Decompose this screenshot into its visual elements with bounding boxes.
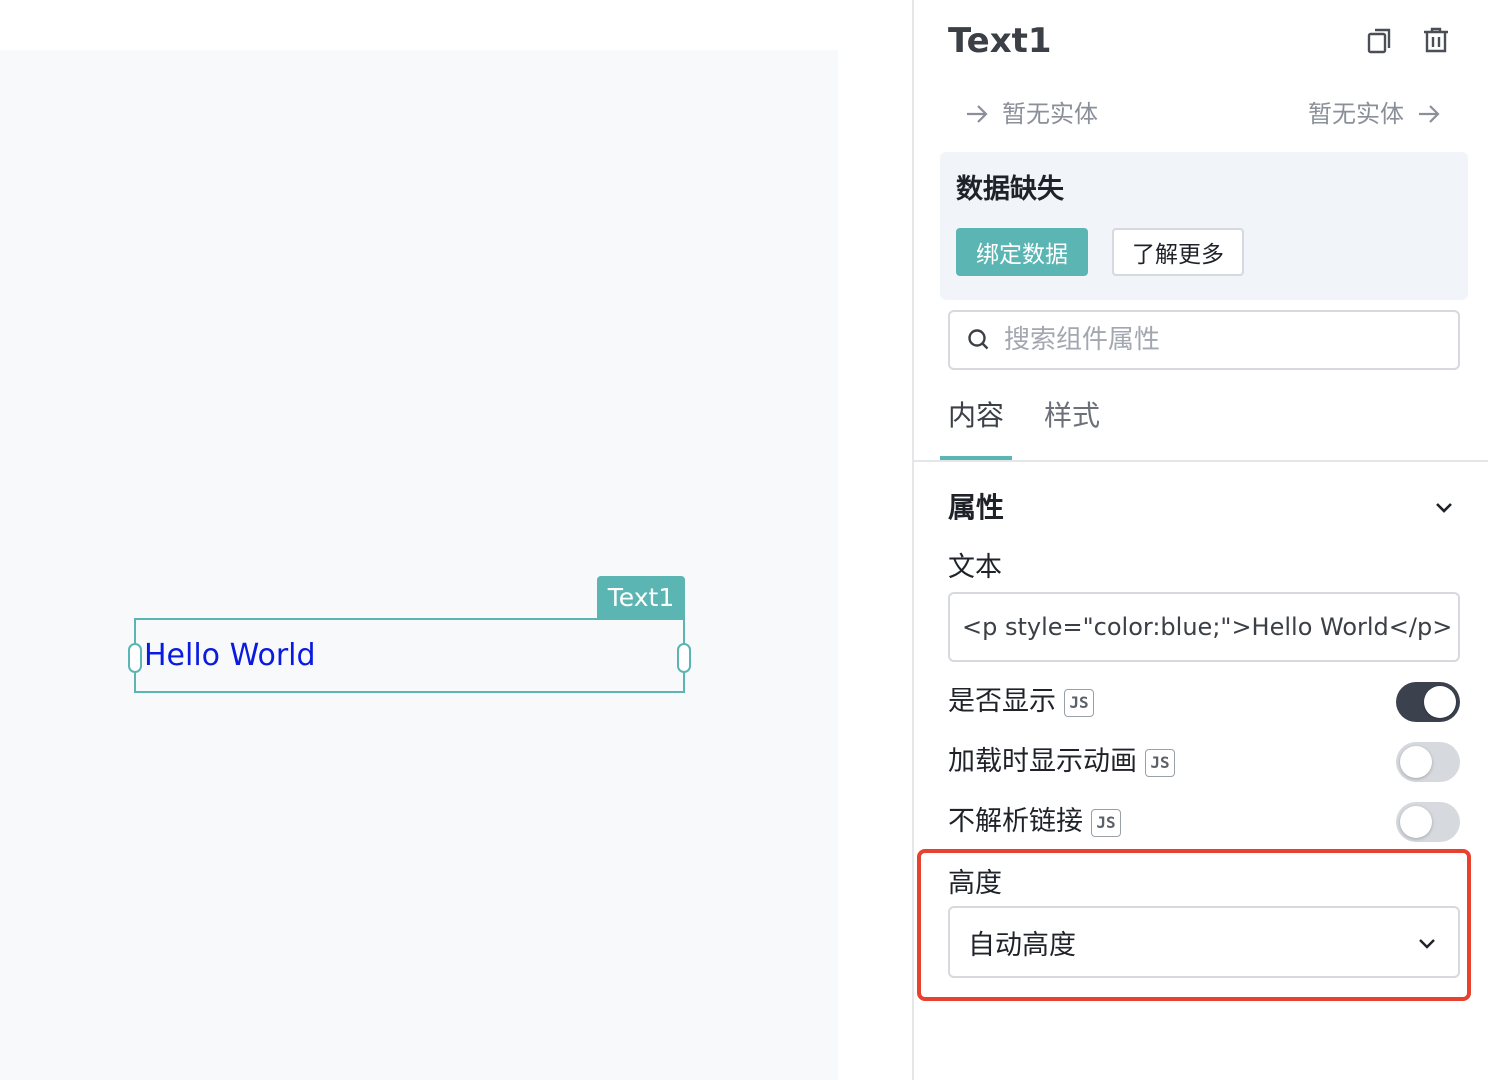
switch-label-text: 不解析链接 (948, 806, 1083, 837)
arrow-right-icon (1419, 105, 1440, 123)
disable-links-toggle[interactable] (1396, 802, 1460, 842)
entity-source[interactable]: 暂无实体 (964, 98, 1098, 130)
search-icon (968, 329, 989, 350)
resize-handle-left[interactable] (128, 643, 142, 673)
canvas-gutter (838, 50, 912, 1080)
chevron-down-icon (1419, 939, 1435, 949)
canvas-top-bar (0, 0, 912, 50)
learn-more-button[interactable]: 了解更多 (1112, 228, 1244, 276)
entity-row: 暂无实体 暂无实体 (914, 92, 1488, 136)
js-badge[interactable]: JS (1091, 808, 1121, 837)
entity-source-label: 暂无实体 (1002, 100, 1098, 128)
panel-tabs: 内容 样式 (914, 384, 1488, 462)
tab-content[interactable]: 内容 (948, 398, 1004, 434)
app-root: Text1 Hello World Text1 暂无实体 暂无实体 数据缺失 绑… (0, 0, 1488, 1080)
switch-label-disable-links: 不解析链接 JS (948, 802, 1121, 842)
text-property-input[interactable]: <p style="color:blue;">Hello World</p> (948, 592, 1460, 662)
height-property-label: 高度 (948, 868, 1002, 899)
panel-title: Text1 (948, 21, 1052, 61)
bind-data-button[interactable]: 绑定数据 (956, 228, 1088, 276)
tab-style[interactable]: 样式 (1044, 398, 1100, 434)
entity-target[interactable]: 暂无实体 (1308, 98, 1442, 130)
arrow-right-icon (967, 105, 988, 123)
active-tab-indicator (940, 456, 1012, 460)
switch-row-loading-animation: 加载时显示动画 JS (948, 742, 1460, 786)
properties-panel: Text1 暂无实体 暂无实体 数据缺失 绑定数据 了解更多 搜索组件属性 内容… (912, 0, 1488, 1080)
js-badge[interactable]: JS (1064, 688, 1094, 717)
toggle-knob (1424, 686, 1456, 718)
text-property-label: 文本 (948, 552, 1002, 583)
data-missing-card: 数据缺失 绑定数据 了解更多 (940, 152, 1468, 300)
switch-row-disable-links: 不解析链接 JS (948, 802, 1460, 846)
height-select[interactable]: 自动高度 (948, 906, 1460, 978)
loading-animation-toggle[interactable] (1396, 742, 1460, 782)
visible-toggle[interactable] (1396, 682, 1460, 722)
search-input[interactable] (1004, 320, 1444, 360)
chevron-down-icon[interactable] (1430, 494, 1458, 522)
data-missing-title: 数据缺失 (956, 174, 1064, 205)
entity-target-label: 暂无实体 (1308, 100, 1404, 128)
component-name-tag[interactable]: Text1 (597, 576, 685, 619)
switch-label-text: 加载时显示动画 (948, 746, 1137, 777)
property-search[interactable] (948, 310, 1460, 370)
switch-row-visible: 是否显示 JS (948, 682, 1460, 726)
design-canvas[interactable] (0, 50, 838, 1080)
js-badge[interactable]: JS (1145, 748, 1175, 777)
switch-label-loading-animation: 加载时显示动画 JS (948, 742, 1175, 782)
component-text: Hello World (144, 638, 316, 673)
resize-handle-right[interactable] (677, 643, 691, 673)
toggle-knob (1400, 806, 1432, 838)
height-select-value: 自动高度 (968, 929, 1076, 961)
switch-label-text: 是否显示 (948, 686, 1056, 717)
section-properties-title[interactable]: 属性 (948, 490, 1004, 526)
trash-icon[interactable] (1420, 24, 1452, 56)
copy-icon[interactable] (1364, 24, 1396, 56)
text-component[interactable]: Hello World (128, 618, 691, 693)
switch-label-visible: 是否显示 JS (948, 682, 1094, 722)
toggle-knob (1400, 746, 1432, 778)
